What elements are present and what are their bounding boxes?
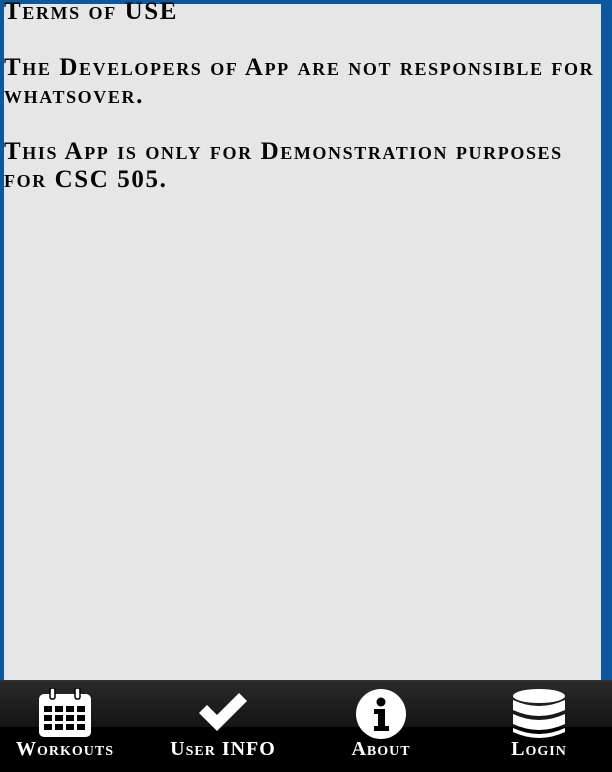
tab-workouts-label: Workouts (15, 738, 114, 760)
tab-about[interactable]: About (330, 681, 432, 772)
info-icon (355, 688, 407, 745)
bottom-tab-bar: Workouts User INFO About Login (0, 680, 612, 772)
database-icon (511, 688, 567, 745)
checkmark-icon (196, 688, 250, 741)
terms-paragraph-2: This App is only for Demonstration purpo… (4, 138, 563, 193)
terms-content: Terms of USE The Developers of App are n… (4, 0, 601, 680)
page-title: Terms of USE (4, 0, 179, 25)
tab-user-info-label: User INFO (170, 738, 276, 760)
tab-login-label: Login (511, 738, 567, 760)
tab-user-info[interactable]: User INFO (152, 681, 294, 772)
tab-about-label: About (351, 738, 411, 760)
tab-workouts[interactable]: Workouts (0, 681, 130, 772)
terms-paragraph-1: The Developers of App are not responsibl… (4, 54, 595, 109)
app-screen: Terms of USE The Developers of App are n… (0, 0, 612, 772)
tab-login[interactable]: Login (478, 681, 600, 772)
calendar-icon (38, 687, 92, 743)
